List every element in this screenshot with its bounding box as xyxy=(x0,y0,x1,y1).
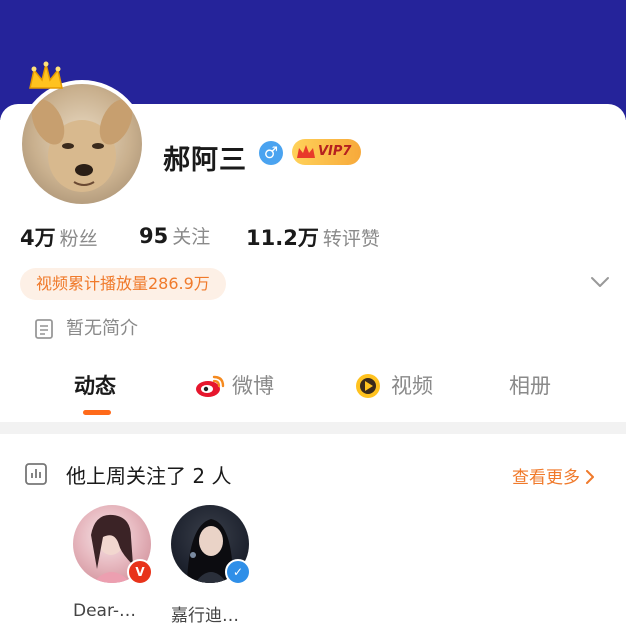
user-name: 嘉行迪… xyxy=(171,606,239,626)
profile-tabs: 动态 微博 视频 相册 xyxy=(0,364,626,414)
vip-level-label: VIP7 xyxy=(318,144,352,159)
verified-badge-red: V xyxy=(127,559,153,585)
stat-following[interactable]: 95 关注 xyxy=(139,222,210,249)
document-icon xyxy=(34,318,54,344)
see-more-link[interactable]: 查看更多 xyxy=(512,463,595,488)
tab-video[interactable]: 视频 xyxy=(353,370,433,400)
badge-glyph: ✓ xyxy=(232,565,244,579)
stat-number: 4万 xyxy=(20,226,56,250)
tab-posts[interactable]: 动态 xyxy=(74,370,116,400)
male-gender-icon: ♂ xyxy=(259,141,283,165)
stat-number: 11.2万 xyxy=(246,226,319,250)
profile-name: 郝阿三 xyxy=(163,145,247,176)
weibo-icon xyxy=(194,373,226,404)
tab-album[interactable]: 相册 xyxy=(509,370,551,400)
stat-label: 转评赞 xyxy=(322,228,380,250)
tab-label: 微博 xyxy=(232,374,274,398)
tab-label: 视频 xyxy=(391,374,433,398)
crown-icon xyxy=(26,60,66,98)
stat-label: 关注 xyxy=(172,226,211,248)
stat-label: 粉丝 xyxy=(59,228,98,250)
vip-crown-icon xyxy=(295,141,317,173)
section-divider xyxy=(0,422,626,434)
profile-bio: 暂无简介 xyxy=(66,318,138,339)
active-tab-indicator xyxy=(83,410,111,415)
see-more-label: 查看更多 xyxy=(512,468,580,488)
avatar[interactable] xyxy=(18,80,146,208)
stat-number: 95 xyxy=(139,224,169,248)
stat-followers[interactable]: 4万 粉丝 xyxy=(20,222,98,252)
vip-badge[interactable]: VIP7 xyxy=(292,139,362,165)
chevron-right-icon xyxy=(585,468,595,488)
tab-label: 相册 xyxy=(509,374,551,398)
stat-reposts-comments-likes[interactable]: 11.2万 转评赞 xyxy=(246,222,380,252)
video-play-icon xyxy=(353,373,383,404)
verified-badge-blue: ✓ xyxy=(225,559,251,585)
bar-chart-icon xyxy=(24,462,48,490)
tab-weibo[interactable]: 微博 xyxy=(194,370,274,400)
user-name: Dear-… xyxy=(73,601,137,621)
video-views-badge[interactable]: 视频累计播放量286.9万 xyxy=(20,268,226,300)
badge-glyph: V xyxy=(135,565,145,579)
tab-label: 动态 xyxy=(74,374,116,398)
follow-section-title: 他上周关注了 2 人 xyxy=(66,464,232,488)
chevron-down-icon[interactable] xyxy=(590,274,610,293)
dog-avatar-icon xyxy=(22,84,142,204)
